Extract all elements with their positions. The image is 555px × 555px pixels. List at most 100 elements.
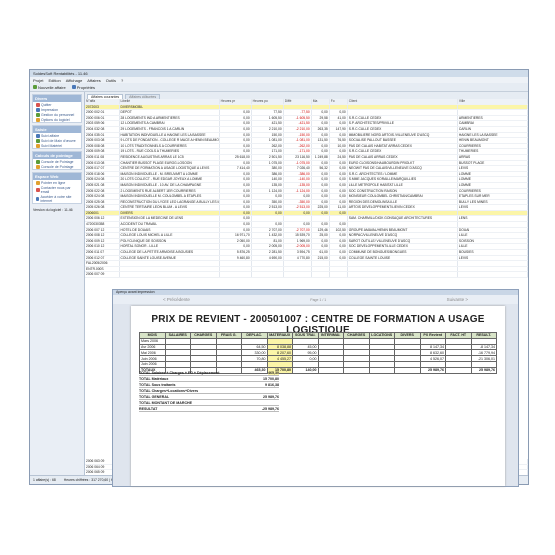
sidebar-item[interactable]: Accéder à votre site internet [33, 194, 81, 203]
add-icon [33, 85, 37, 89]
sidebar-group: Divers Quitter Impression Gestion du person… [32, 94, 82, 123]
sidebar-item[interactable]: Console de Pointage [33, 164, 81, 169]
cost-table: MOIS SALAIRES CHARGES FRAIS G. DEPLAC. MATERI… [139, 332, 497, 374]
sidebar-item-icon [36, 164, 40, 169]
report-cell [343, 366, 370, 374]
summary-label: TOTAL GENERAL [139, 394, 170, 399]
report-cell [317, 366, 344, 374]
summary-block: TOTAL Salaires + Charges + FG + Déplacem… [139, 370, 279, 412]
summary-label: RESULTAT [139, 406, 158, 411]
sidebar-group: Saisie Suivi affaire Suivi de Main d'œuvre… [32, 125, 82, 149]
table-row[interactable]: 2003 059 06 12 LOGEMENTS A CAMBRAI 0,00 421… [85, 120, 528, 127]
summary-value: -25 989,76 [261, 406, 279, 411]
menu-item[interactable]: Edition [48, 78, 60, 83]
table-row[interactable]: 2000 006 01 28 LOGEMENTS IND A ARMENTIERE… [85, 115, 528, 122]
table-cell [251, 271, 284, 278]
table-row[interactable]: 2006 012 07 COLLEGE SAINTE LOUISE AVENUE 9… [85, 255, 528, 262]
table-row[interactable]: 2004 035 01 HABITATION INDIVIDUELLE A HAI… [85, 132, 528, 139]
table-cell [311, 271, 330, 278]
summary-value: 465,30 [268, 370, 279, 375]
sidebar-item-label: Console de Pointage [41, 164, 74, 169]
sidebar-group-title[interactable]: Espace Web [33, 173, 81, 180]
table-cell [347, 271, 458, 278]
menu-item[interactable]: Affaires [87, 78, 101, 83]
sidebar-group-title[interactable]: Divers [33, 95, 81, 102]
report-cell [368, 366, 395, 374]
summary-label: TOTAL Salaires + Charges + FG + Déplacem… [139, 370, 220, 375]
sidebar-group-title[interactable]: Saisie [33, 126, 81, 133]
sidebar-item-icon [36, 112, 40, 117]
summary-label: TOTAL Charges+Locations+Divers [139, 388, 199, 393]
toolbar: Nouvelle affaire Propriétés [30, 83, 528, 92]
table-cell: RECONSTRUCTION DU LYCEE LEO LAGRANGE A B… [119, 199, 220, 206]
properties-button[interactable]: Propriétés [71, 84, 95, 90]
menu-item[interactable]: Outils [106, 78, 116, 83]
summary-value: 9 816,38 [265, 382, 279, 387]
table-cell [457, 271, 528, 278]
table-row[interactable]: 2006 007 09 [85, 271, 528, 278]
sidebar-item[interactable]: Suivi Matériel [33, 143, 81, 148]
sidebar-group: Espace Web Pointer en ligne Contacter nous… [32, 172, 82, 204]
sidebar-item-label: Impression [41, 107, 59, 112]
table-row[interactable]: 2005 022 08 2 LOGEMENTS RUE ALBERT 1ER CO… [85, 188, 528, 195]
table-row[interactable]: 2005 024 08 MAISON INDIVIDUELLE M. COULOM… [85, 193, 528, 200]
table-cell [119, 271, 220, 278]
sidebar-item-label: Pointer en ligne [41, 180, 66, 185]
summary-label: TOTAL Sous traitants [139, 382, 176, 387]
sidebar-item[interactable]: Options du logiciel [33, 117, 81, 122]
preview-nav: < Précédente Page 1 / 1 Suivante > [113, 295, 518, 304]
table-cell [329, 271, 348, 278]
sidebar-item[interactable]: Gestion du personnel [33, 112, 81, 117]
table-row[interactable]: 2005 026 08 CENTRE TERTIAIRE LEON BLUM - … [85, 204, 528, 211]
sidebar-item-icon [36, 143, 40, 148]
menu-item[interactable]: Projet [33, 78, 43, 83]
table-row[interactable]: 2005 009 08 19 LOTS - RUE COOLS A THUMERI… [85, 148, 528, 155]
sidebar-group-title[interactable]: Calculs de pointage [33, 152, 81, 159]
report-cell [445, 366, 472, 374]
table-row[interactable]: 2005 024 08 20 LOTS COLLECT - RUE EDGAR J… [85, 176, 528, 183]
sidebar-item[interactable]: Console de Pointage [33, 159, 81, 164]
table-row[interactable]: 2006 008 12 COLLEGE LOUIS MICHEL A LILLE 1… [85, 232, 528, 239]
table-row[interactable]: 2005 018 06 MAISON INDIVIDUELLE - M. BREU… [85, 171, 528, 178]
summary-value: 25 989,76 [263, 394, 279, 399]
sidebar-item-label: Console de Pointage [41, 159, 74, 164]
table-row[interactable]: 2005 008 08 10 LOTS TRADITIONNELS A COURR… [85, 143, 528, 150]
table-row[interactable]: 2004 032 08 29 LOGEMENTS - FRANCOIS 1 A C… [85, 126, 528, 133]
tab-bar: Affaires courantes Affaires clôturées [85, 92, 528, 99]
table-cell [283, 271, 312, 278]
status-count: 1 affaire(s) : 68 [33, 478, 56, 482]
summary-value: 15 700,80 [263, 376, 279, 381]
sidebar-item-icon [36, 138, 40, 143]
previous-page-button[interactable]: < Précédente [163, 297, 190, 302]
table-row[interactable]: 2005 017 07 CENTRE DE FORMATION A USAGE L… [85, 165, 528, 172]
table-row[interactable]: 2005 025 08 RECONSTRUCTION DU LYCEE LEO L… [85, 199, 528, 206]
sidebar-item-label: Suivi de Main d'œuvre [41, 138, 76, 143]
menu-item[interactable]: Affichage [66, 78, 83, 83]
properties-label: Propriétés [76, 84, 95, 90]
table-row[interactable]: 2005 021 08 MAISON INDIVIDUELLE - 10 AV. … [85, 182, 528, 189]
table-cell: HABITATION INDIVIDUELLE A HAIGNE LES LA … [119, 132, 220, 139]
table-row[interactable]: 2006 011 07 COLLEGE DE LA PETITE ARMOISE … [85, 249, 528, 256]
sidebar-item-icon [36, 117, 40, 122]
menu-item[interactable]: ? [121, 78, 123, 83]
sidebar-item-label: Contacter nous par email [40, 185, 71, 194]
affaires-table: N°affa Libellé Heures pr Heures po Diffé Ma Fo… [85, 99, 528, 278]
sidebar-item-label: Options du logiciel [41, 117, 70, 122]
table-cell: 2006 007 09 [85, 271, 120, 278]
table-cell: CENTRE DE FORMATION A USAGE LOGISTIQUE A… [119, 165, 220, 172]
new-affaire-button[interactable]: Nouvelle affaire [33, 85, 66, 90]
next-page-button[interactable]: Suivante > [447, 297, 468, 302]
sidebar-item[interactable]: Contacter nous par email [33, 185, 81, 194]
sidebar-item-icon [36, 180, 40, 185]
table-row[interactable]: 2005 011 08 RESIDENCE AUGUSTINS ARRAS LE … [85, 154, 528, 161]
table-row[interactable]: 2005 003 08 9 LOTS DE FONDATION - COLLEGE… [85, 137, 528, 144]
table-row[interactable]: 2006 010 12 HORTAL SONOR - LILLE 0,00 2 005… [85, 243, 528, 250]
sidebar-item[interactable]: Suivi de Main d'œuvre [33, 138, 81, 143]
report-cell: 140,00 [292, 366, 319, 374]
tab-affaires-cloturees[interactable]: Affaires clôturées [125, 94, 161, 99]
window-title: SoldesSoft Rentabilités - 11.46 [33, 71, 88, 76]
table-row[interactable]: 2006 009 12 POLYCLINIQUE DE SOISSON 2 050,… [85, 238, 528, 245]
table-row[interactable]: 2005 013 08 CHANTIER BUSSOT PLAGE EUROG.L… [85, 160, 528, 167]
report-cell [394, 366, 421, 374]
properties-icon [71, 85, 76, 89]
